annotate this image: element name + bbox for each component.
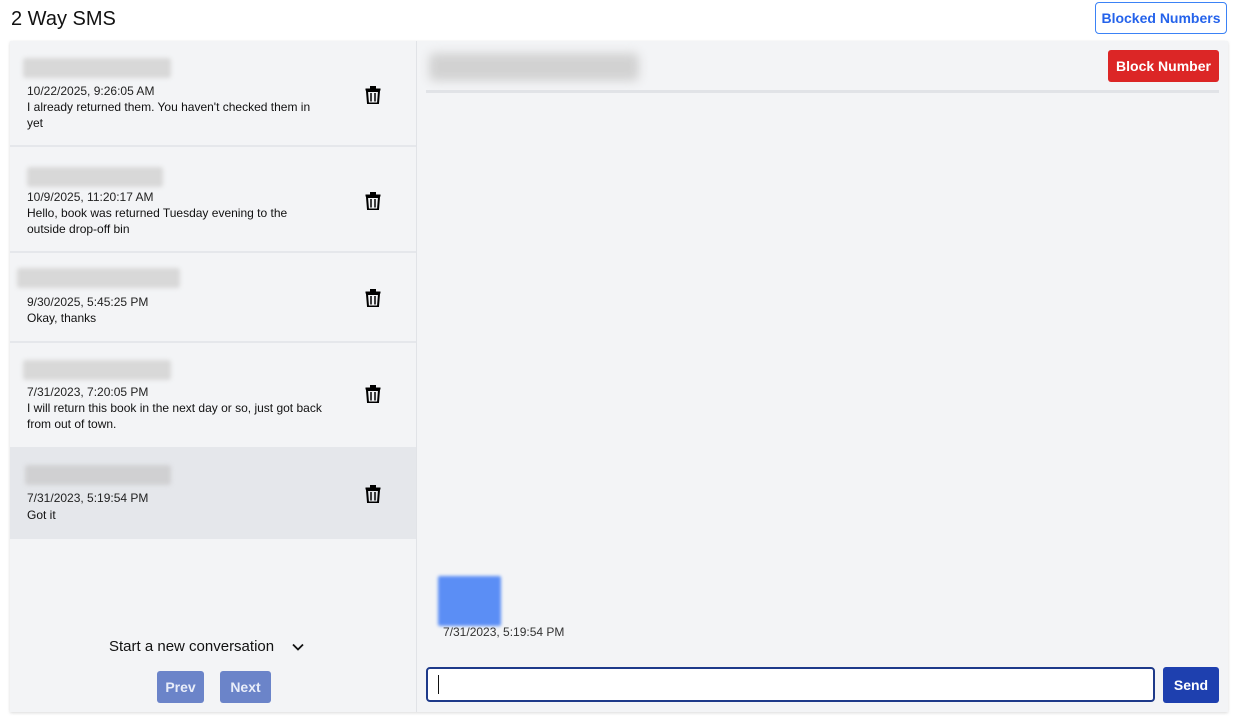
trash-icon[interactable] <box>365 192 381 210</box>
redacted-contact-name <box>17 268 180 288</box>
conversation-preview: Hello, book was returned Tuesday evening… <box>27 206 288 236</box>
conversation-item[interactable]: 10/22/2025, 9:26:05 AM I already returne… <box>10 41 416 147</box>
conversation-preview: Got it <box>27 508 56 522</box>
conversation-preview: I will return this book in the next day … <box>27 401 322 431</box>
redacted-contact-name <box>23 360 171 380</box>
conversation-preview: I already returned them. You haven't che… <box>27 100 311 130</box>
conversation-sidebar: 10/22/2025, 9:26:05 AM I already returne… <box>10 41 417 712</box>
block-number-button[interactable]: Block Number <box>1108 50 1219 82</box>
trash-icon[interactable] <box>365 289 381 307</box>
app-title: 2 Way SMS <box>11 8 116 30</box>
redacted-message-bubble <box>438 576 501 626</box>
conversation-date: 7/31/2023, 5:19:54 PM <box>27 491 149 505</box>
new-conversation-label: Start a new conversation <box>109 638 275 655</box>
new-conversation-toggle[interactable]: Start a new conversation <box>109 638 304 655</box>
message-input[interactable] <box>426 667 1155 702</box>
conversation-date: 7/31/2023, 7:20:05 PM <box>27 385 149 399</box>
conversation-date: 10/22/2025, 9:26:05 AM <box>27 84 155 98</box>
redacted-contact-name <box>23 58 171 78</box>
conversation-item[interactable]: 9/30/2025, 5:45:25 PM Okay, thanks <box>10 253 416 343</box>
prev-button[interactable]: Prev <box>157 671 204 703</box>
conversation-item[interactable]: 10/9/2025, 11:20:17 AM Hello, book was r… <box>10 147 416 253</box>
blocked-numbers-button[interactable]: Blocked Numbers <box>1095 2 1227 34</box>
conversation-item-selected[interactable]: 7/31/2023, 5:19:54 PM Got it <box>10 449 416 539</box>
next-button[interactable]: Next <box>220 671 271 703</box>
send-button[interactable]: Send <box>1163 667 1219 703</box>
trash-icon[interactable] <box>365 385 381 403</box>
conversation-date: 9/30/2025, 5:45:25 PM <box>27 295 149 309</box>
conversation-list: 10/22/2025, 9:26:05 AM I already returne… <box>10 41 416 539</box>
conversation-item[interactable]: 7/31/2023, 7:20:05 PM I will return this… <box>10 343 416 449</box>
redacted-contact-header <box>429 53 639 81</box>
sms-app: 2 Way SMS Blocked Numbers 10/22/2025, 9:… <box>0 0 1253 718</box>
trash-icon[interactable] <box>365 485 381 503</box>
chevron-down-icon <box>292 643 304 651</box>
conversation-date: 10/9/2025, 11:20:17 AM <box>27 190 154 204</box>
trash-icon[interactable] <box>365 86 381 104</box>
chat-panel: Block Number 7/31/2023, 5:19:54 PM Send <box>417 41 1228 712</box>
message-timestamp: 7/31/2023, 5:19:54 PM <box>443 625 565 639</box>
text-caret <box>438 675 439 694</box>
redacted-contact-name <box>25 465 171 485</box>
redacted-contact-name <box>27 167 163 187</box>
conversation-preview: Okay, thanks <box>27 311 97 325</box>
chat-header-divider <box>426 90 1219 93</box>
